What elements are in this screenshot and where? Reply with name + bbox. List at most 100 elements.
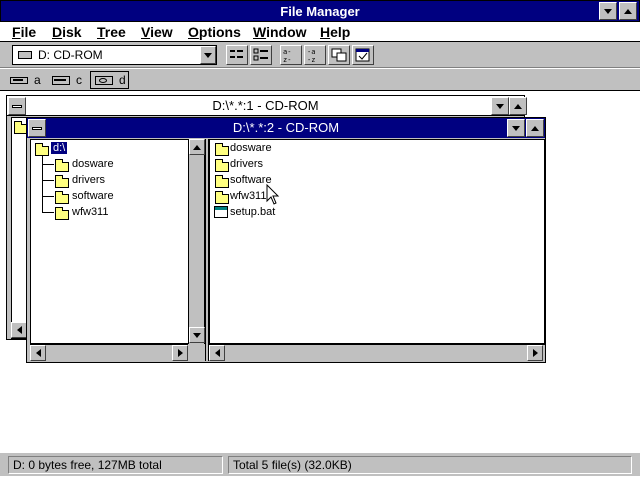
sort-type-button[interactable]: -a -z — [304, 45, 326, 65]
control-menu-icon — [32, 126, 42, 130]
window1-title: D:\*.*:1 - CD-ROM — [212, 98, 319, 113]
window2-minimize-button[interactable] — [507, 119, 525, 137]
tree-scroll-down-button[interactable] — [189, 327, 205, 343]
status-bar: D: 0 bytes free, 127MB total Total 5 fil… — [0, 452, 640, 476]
tree-item-wfw311[interactable]: wfw311 — [72, 206, 108, 218]
contents-horizontal-scrollbar[interactable] — [209, 344, 545, 361]
cdrom-drive-icon — [93, 73, 115, 87]
content-item-dosware[interactable]: dosware — [230, 142, 272, 154]
minimize-icon — [512, 125, 520, 131]
svg-text:a-: a- — [283, 48, 291, 56]
arrow-down-icon — [193, 332, 201, 338]
menu-window[interactable]: Window — [253, 24, 307, 40]
menu-file[interactable]: File — [12, 24, 36, 40]
directory-window-2: D:\*.*:2 - CD-ROM d:\ dosware drivers so… — [26, 117, 546, 363]
sort-name-icon: a-z- — [283, 48, 291, 64]
contents-scroll-right-button[interactable] — [527, 345, 543, 361]
cdrom-drive-icon — [18, 51, 32, 59]
maximize-icon — [514, 103, 522, 109]
new-window-button[interactable] — [328, 45, 350, 65]
arrow-right-icon — [532, 349, 538, 357]
drive-bar: a c d — [0, 69, 640, 91]
view-details-button[interactable] — [250, 45, 272, 65]
view-name-button[interactable] — [226, 45, 248, 65]
window2-maximize-button[interactable] — [526, 119, 544, 137]
drive-select-dropdown-button[interactable] — [200, 46, 216, 64]
contents-scroll-left-button[interactable] — [209, 345, 225, 361]
window1-minimize-button[interactable] — [491, 97, 509, 115]
maximize-button[interactable] — [619, 2, 637, 20]
arrow-right-icon — [177, 349, 183, 357]
maximize-icon — [531, 125, 539, 131]
folder-icon — [55, 159, 69, 172]
floppy-drive-icon — [8, 73, 30, 87]
folder-icon — [215, 143, 229, 156]
tree-vertical-scrollbar[interactable] — [188, 139, 205, 344]
mouse-pointer-icon — [266, 184, 280, 205]
drive-d[interactable]: d — [90, 71, 129, 89]
svg-text:-z: -z — [307, 56, 315, 64]
folder-icon — [215, 175, 229, 188]
drive-a-label: a — [34, 73, 41, 87]
tree-root[interactable]: d:\ — [51, 142, 68, 154]
folder-icon — [55, 207, 69, 220]
toolbar: D: CD-ROM a-z- -a -z — [0, 42, 640, 68]
details-view-icon — [253, 48, 268, 61]
tree-scroll-left-button[interactable] — [30, 345, 46, 361]
arrow-up-icon — [193, 144, 201, 150]
folder-icon — [215, 159, 229, 172]
hard-drive-icon — [50, 73, 72, 87]
status-file-total: Total 5 file(s) (32.0KB) — [228, 456, 632, 474]
window1-titlebar: D:\*.*:1 - CD-ROM — [7, 96, 524, 116]
menu-bar: File Disk Tree View Options Window Help — [0, 22, 640, 42]
arrow-left-icon — [16, 326, 22, 334]
tree-scroll-up-button[interactable] — [189, 139, 205, 155]
maximize-icon — [624, 8, 632, 14]
properties-button[interactable] — [352, 45, 374, 65]
batch-file-icon — [214, 206, 228, 218]
app-title: File Manager — [280, 4, 360, 19]
window1-maximize-button[interactable] — [509, 97, 527, 115]
menu-tree[interactable]: Tree — [97, 24, 126, 40]
arrow-left-icon — [35, 349, 41, 357]
drive-select[interactable]: D: CD-ROM — [12, 45, 217, 65]
menu-options[interactable]: Options — [188, 24, 241, 40]
folder-icon — [55, 175, 69, 188]
minimize-icon — [604, 8, 612, 14]
contents-pane[interactable]: dosware drivers software wfw311 setup.ba… — [209, 139, 545, 344]
sort-type-icon: -a-z — [307, 48, 315, 64]
window2-control-menu[interactable] — [28, 119, 46, 137]
svg-text:-a: -a — [307, 48, 315, 56]
window2-titlebar: D:\*.*:2 - CD-ROM — [27, 118, 545, 138]
window1-control-menu[interactable] — [8, 97, 26, 115]
menu-disk[interactable]: Disk — [52, 24, 82, 40]
tree-item-drivers[interactable]: drivers — [72, 174, 105, 186]
folder-icon — [55, 191, 69, 204]
drive-c[interactable]: c — [50, 71, 82, 89]
minimize-button[interactable] — [599, 2, 617, 20]
drive-select-value: D: CD-ROM — [38, 48, 103, 62]
tree-item-software[interactable]: software — [72, 190, 114, 202]
tree-horizontal-scrollbar[interactable] — [30, 344, 188, 361]
drive-d-label: d — [119, 73, 126, 87]
window1-scroll-left-button[interactable] — [11, 322, 27, 338]
folder-icon — [215, 191, 229, 204]
content-item-drivers[interactable]: drivers — [230, 158, 263, 170]
folder-open-icon — [35, 143, 49, 156]
new-window-icon — [331, 48, 347, 62]
tree-item-dosware[interactable]: dosware — [72, 158, 114, 170]
chevron-down-icon — [204, 52, 212, 58]
status-disk-space: D: 0 bytes free, 127MB total — [8, 456, 223, 474]
tree-scroll-right-button[interactable] — [172, 345, 188, 361]
properties-icon — [355, 48, 370, 62]
control-menu-icon — [12, 104, 22, 108]
main-titlebar: File Manager — [0, 0, 640, 22]
sort-name-button[interactable]: a-z- — [280, 45, 302, 65]
tree-pane[interactable]: d:\ dosware drivers software wfw311 — [30, 139, 205, 344]
minimize-icon — [496, 103, 504, 109]
content-item-wfw311[interactable]: wfw311 — [230, 190, 266, 202]
content-item-setup-bat[interactable]: setup.bat — [230, 206, 275, 218]
menu-view[interactable]: View — [141, 24, 173, 40]
drive-a[interactable]: a — [8, 71, 41, 89]
menu-help[interactable]: Help — [320, 24, 350, 40]
